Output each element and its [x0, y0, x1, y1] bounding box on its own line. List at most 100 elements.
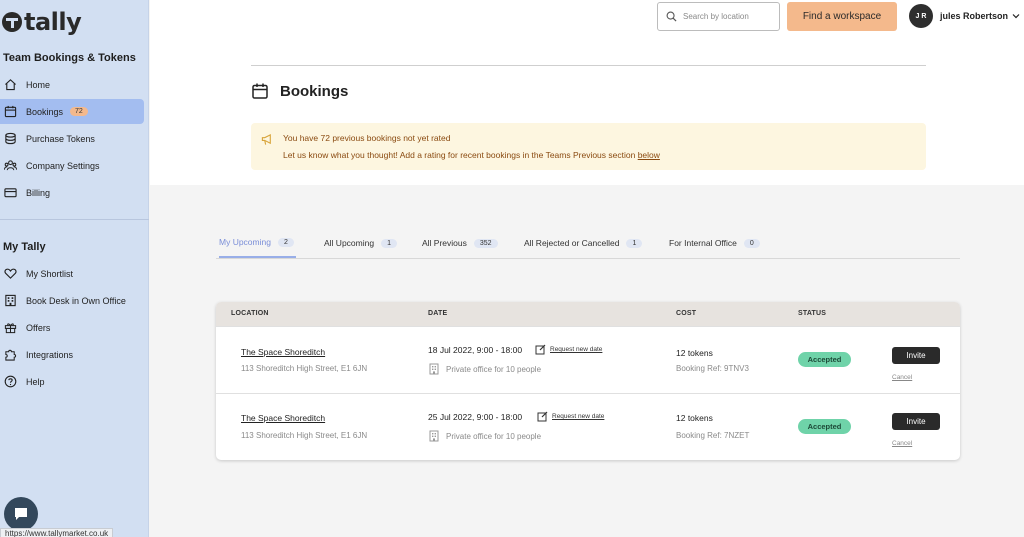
location-link[interactable]: The Space Shoreditch: [241, 413, 325, 423]
status-bar-url: https://www.tallymarket.co.uk: [0, 528, 114, 537]
sidebar-item-label: Company Settings: [26, 160, 100, 171]
sidebar-item-book-desk[interactable]: Book Desk in Own Office: [0, 288, 145, 313]
bookings-count-badge: 72: [70, 107, 88, 116]
tab-label: For Internal Office: [669, 238, 737, 248]
sidebar: tally Team Bookings & Tokens Home Bookin…: [0, 0, 149, 537]
table-row: The Space Shoreditch 113 Shoreditch High…: [216, 326, 960, 392]
tab-my-upcoming[interactable]: My Upcoming 2: [219, 228, 296, 258]
notice-title: You have 72 previous bookings not yet ra…: [283, 133, 451, 143]
gift-icon: [4, 321, 17, 334]
sidebar-item-label: Purchase Tokens: [26, 133, 95, 144]
section-title-my-tally: My Tally: [3, 241, 46, 253]
sidebar-item-help[interactable]: Help: [0, 369, 145, 394]
sidebar-item-purchase-tokens[interactable]: Purchase Tokens: [0, 126, 145, 151]
sidebar-item-label: Home: [26, 79, 51, 90]
column-header-status: STATUS: [798, 310, 827, 317]
booking-date: 25 Jul 2022, 9:00 - 18:00: [428, 412, 523, 422]
tab-all-previous[interactable]: All Previous 352: [422, 228, 498, 258]
sidebar-item-label: My Shortlist: [26, 268, 74, 279]
office-type-label: Private office for 10 people: [446, 364, 542, 374]
card-icon: [4, 186, 17, 199]
column-header-date: DATE: [428, 310, 448, 317]
request-new-date-link[interactable]: Request new date: [535, 344, 602, 355]
puzzle-icon: [4, 348, 17, 361]
header-divider: [251, 65, 926, 66]
search-field[interactable]: [657, 2, 780, 31]
tab-count: 352: [473, 238, 498, 248]
sidebar-item-company-settings[interactable]: Company Settings: [0, 153, 145, 178]
location-address: 113 Shoreditch High Street, E1 6JN: [241, 431, 368, 440]
sidebar-item-label: Help: [26, 376, 45, 387]
tally-logo[interactable]: tally: [2, 8, 82, 36]
sidebar-item-billing[interactable]: Billing: [0, 180, 145, 205]
notice-below-link[interactable]: below: [638, 150, 660, 160]
building-icon: [4, 294, 17, 307]
chat-button[interactable]: [4, 497, 38, 531]
sidebar-item-my-shortlist[interactable]: My Shortlist: [0, 261, 145, 286]
avatar: J R: [909, 4, 933, 28]
tally-logo-icon: [2, 12, 22, 32]
search-icon: [666, 11, 677, 22]
tab-all-upcoming[interactable]: All Upcoming 1: [324, 228, 397, 258]
tab-all-rejected-cancelled[interactable]: All Rejected or Cancelled 1: [524, 228, 643, 258]
bookings-table: LOCATION DATE COST STATUS The Space Shor…: [216, 302, 960, 460]
request-new-date-label: Request new date: [550, 346, 603, 353]
booking-cost: 12 tokens: [676, 348, 713, 358]
chevron-down-icon: [1012, 14, 1020, 19]
tab-label: All Upcoming: [324, 238, 375, 248]
sidebar-item-bookings[interactable]: Bookings 72: [0, 99, 144, 124]
calendar-icon: [4, 105, 17, 118]
sidebar-item-home[interactable]: Home: [0, 72, 145, 97]
request-new-date-link[interactable]: Request new date: [537, 411, 604, 422]
status-badge: Accepted: [798, 419, 851, 434]
sidebar-item-integrations[interactable]: Integrations: [0, 342, 145, 367]
location-link[interactable]: The Space Shoreditch: [241, 347, 325, 357]
sidebar-item-offers[interactable]: Offers: [0, 315, 145, 340]
booking-cost: 12 tokens: [676, 413, 713, 423]
section-title-team-bookings: Team Bookings & Tokens: [3, 52, 136, 64]
brand-name: tally: [24, 8, 82, 36]
invite-button[interactable]: Invite: [892, 413, 940, 430]
sidebar-divider: [0, 219, 149, 220]
search-input[interactable]: [683, 12, 773, 21]
find-workspace-button[interactable]: Find a workspace: [787, 2, 897, 31]
sidebar-item-label: Billing: [26, 187, 51, 198]
chat-icon: [15, 508, 27, 520]
notice-body: Let us know what you thought! Add a rati…: [283, 150, 638, 160]
invite-button[interactable]: Invite: [892, 347, 940, 364]
tab-count: 1: [626, 238, 643, 248]
tab-count: 2: [277, 237, 294, 247]
tab-internal-office[interactable]: For Internal Office 0: [669, 228, 760, 258]
booking-ref: Booking Ref: 7NZET: [676, 431, 750, 440]
booking-date: 18 Jul 2022, 9:00 - 18:00: [428, 345, 523, 355]
building-icon: [429, 363, 439, 375]
home-icon: [4, 78, 17, 91]
user-menu[interactable]: J R jules Robertson: [909, 4, 1020, 28]
tab-label: My Upcoming: [219, 237, 271, 247]
column-header-location: LOCATION: [231, 310, 269, 317]
edit-icon: [535, 344, 546, 355]
cancel-link[interactable]: Cancel: [892, 374, 918, 381]
page-title-row: Bookings: [251, 82, 348, 100]
table-header: LOCATION DATE COST STATUS: [216, 302, 960, 326]
sidebar-item-label: Integrations: [26, 349, 74, 360]
cancel-link[interactable]: Cancel: [892, 440, 918, 447]
location-address: 113 Shoreditch High Street, E1 6JN: [241, 364, 368, 373]
calendar-icon: [252, 83, 268, 99]
edit-icon: [537, 411, 548, 422]
page-title: Bookings: [280, 82, 349, 100]
rating-notice: You have 72 previous bookings not yet ra…: [251, 123, 926, 170]
status-badge: Accepted: [798, 352, 851, 367]
megaphone-icon: [261, 133, 271, 145]
user-name: jules Robertson: [940, 11, 1009, 21]
office-type-label: Private office for 10 people: [446, 431, 542, 441]
office-type: Private office for 10 people: [428, 363, 541, 375]
booking-tabs: My Upcoming 2 All Upcoming 1 All Previou…: [216, 228, 960, 259]
table-row: The Space Shoreditch 113 Shoreditch High…: [216, 393, 960, 459]
tab-label: All Rejected or Cancelled: [524, 238, 620, 248]
building-icon: [429, 430, 439, 442]
coins-icon: [4, 132, 17, 145]
request-new-date-label: Request new date: [552, 413, 605, 420]
column-header-cost: COST: [676, 310, 697, 317]
notice-text: Let us know what you thought! Add a rati…: [283, 150, 660, 160]
